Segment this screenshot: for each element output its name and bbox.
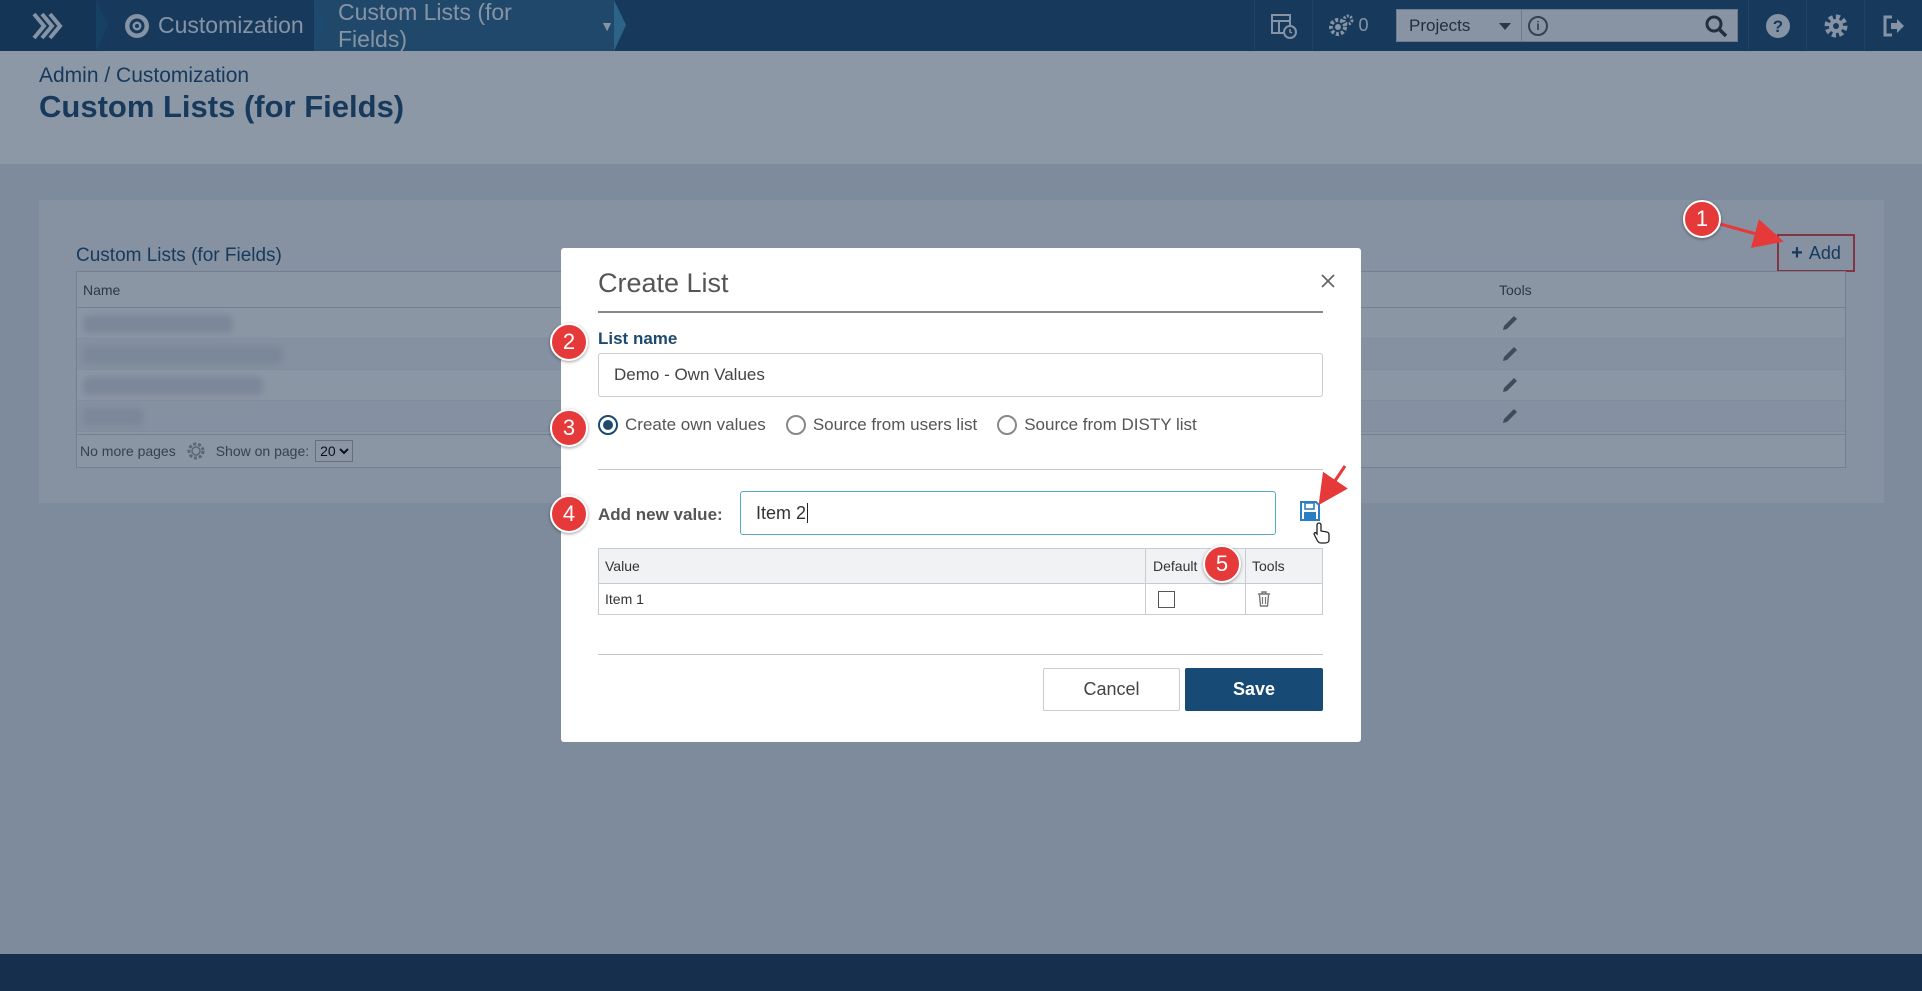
new-value-text: Item 2	[756, 502, 807, 523]
step-marker-2: 2	[550, 323, 588, 361]
column-header-value: Value	[605, 558, 640, 574]
list-name-label: List name	[598, 329, 678, 348]
list-name-input[interactable]: Demo - Own Values	[598, 353, 1323, 397]
step-marker-1: 1	[1683, 200, 1721, 238]
divider	[598, 654, 1323, 655]
radio-source-disty-list[interactable]: Source from DISTY list	[997, 415, 1197, 435]
radio-selected-icon[interactable]	[598, 415, 618, 435]
save-value-icon[interactable]	[1299, 500, 1321, 522]
step-marker-4: 4	[550, 495, 588, 533]
radio-create-own-values-label: Create own values	[625, 415, 766, 434]
tools-cell	[1245, 584, 1273, 614]
create-list-dialog: Create List List name Demo - Own Values …	[561, 248, 1361, 742]
trash-icon[interactable]	[1255, 590, 1273, 608]
radio-source-users-list[interactable]: Source from users list	[785, 415, 978, 435]
add-new-value-label: Add new value:	[598, 505, 723, 524]
pointer-hand-icon	[1313, 522, 1330, 544]
step-marker-5: 5	[1203, 545, 1241, 583]
list-source-radio-group: Create own values Source from users list…	[598, 415, 1217, 435]
radio-source-users-list-label: Source from users list	[812, 415, 978, 434]
radio-unselected-icon[interactable]	[785, 415, 806, 435]
step-marker-3: 3	[550, 409, 588, 447]
close-icon[interactable]	[1319, 272, 1337, 290]
radio-create-own-values[interactable]: Create own values	[598, 415, 766, 435]
radio-unselected-icon[interactable]	[997, 415, 1018, 435]
column-header-tools: Tools	[1245, 549, 1285, 583]
value-cell: Item 1	[605, 591, 644, 607]
dialog-title: Create List	[598, 268, 729, 298]
table-row: Item 1	[599, 584, 1322, 614]
divider	[598, 311, 1323, 313]
cancel-button[interactable]: Cancel	[1043, 668, 1180, 711]
text-cursor	[807, 503, 809, 523]
radio-source-disty-list-label: Source from DISTY list	[1024, 415, 1197, 434]
divider	[598, 469, 1323, 470]
new-value-input[interactable]: Item 2	[740, 491, 1276, 535]
default-checkbox[interactable]	[1158, 590, 1175, 608]
default-cell	[1145, 584, 1245, 614]
save-button[interactable]: Save	[1185, 668, 1323, 711]
